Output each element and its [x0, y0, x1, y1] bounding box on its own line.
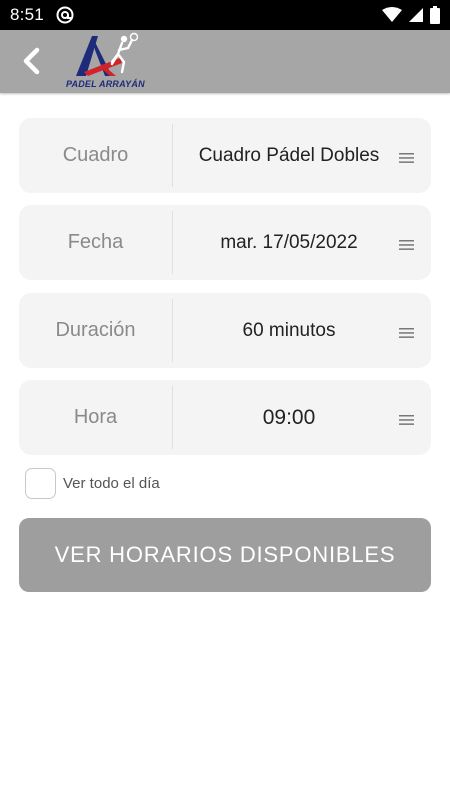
logo-text: PADEL ARRAYÁN	[66, 79, 145, 89]
back-button[interactable]	[14, 44, 48, 78]
field-label: Hora	[73, 406, 118, 428]
all-day-checkbox[interactable]	[25, 468, 56, 499]
field-value: 09:00	[262, 405, 316, 429]
field-label: Fecha	[67, 231, 124, 253]
field-divider	[172, 386, 173, 449]
field-value: 60 minutos	[242, 319, 336, 341]
view-available-times-button[interactable]: VER HORARIOS DISPONIBLES	[19, 518, 431, 592]
menu-lines-icon	[399, 153, 414, 163]
field-divider	[172, 299, 173, 362]
menu-lines-icon	[399, 240, 414, 250]
menu-lines-icon	[399, 415, 414, 425]
field-divider	[172, 211, 173, 274]
app-header: PADEL ARRAYÁN	[0, 30, 450, 93]
chevron-left-icon	[23, 47, 40, 75]
field-label: Duración	[55, 319, 136, 341]
wifi-icon	[382, 7, 402, 22]
field-divider	[172, 124, 173, 187]
field-duration[interactable]: Duración 60 minutos	[19, 293, 431, 368]
field-label: Cuadro	[62, 144, 129, 166]
all-day-checkbox-label: Ver todo el día	[63, 475, 160, 492]
menu-lines-icon	[399, 328, 414, 338]
status-time: 8:51	[10, 5, 44, 24]
status-bar: 8:51	[0, 0, 450, 30]
field-value: mar. 17/05/2022	[220, 231, 358, 253]
signal-icon	[409, 8, 423, 22]
battery-icon	[430, 6, 440, 24]
field-date[interactable]: Fecha mar. 17/05/2022	[19, 205, 431, 280]
at-sign-icon	[56, 6, 74, 24]
field-value: Cuadro Pádel Dobles	[198, 144, 380, 166]
field-time[interactable]: Hora 09:00	[19, 380, 431, 455]
field-court[interactable]: Cuadro Cuadro Pádel Dobles	[19, 118, 431, 193]
all-day-checkbox-row[interactable]: Ver todo el día	[25, 468, 160, 499]
